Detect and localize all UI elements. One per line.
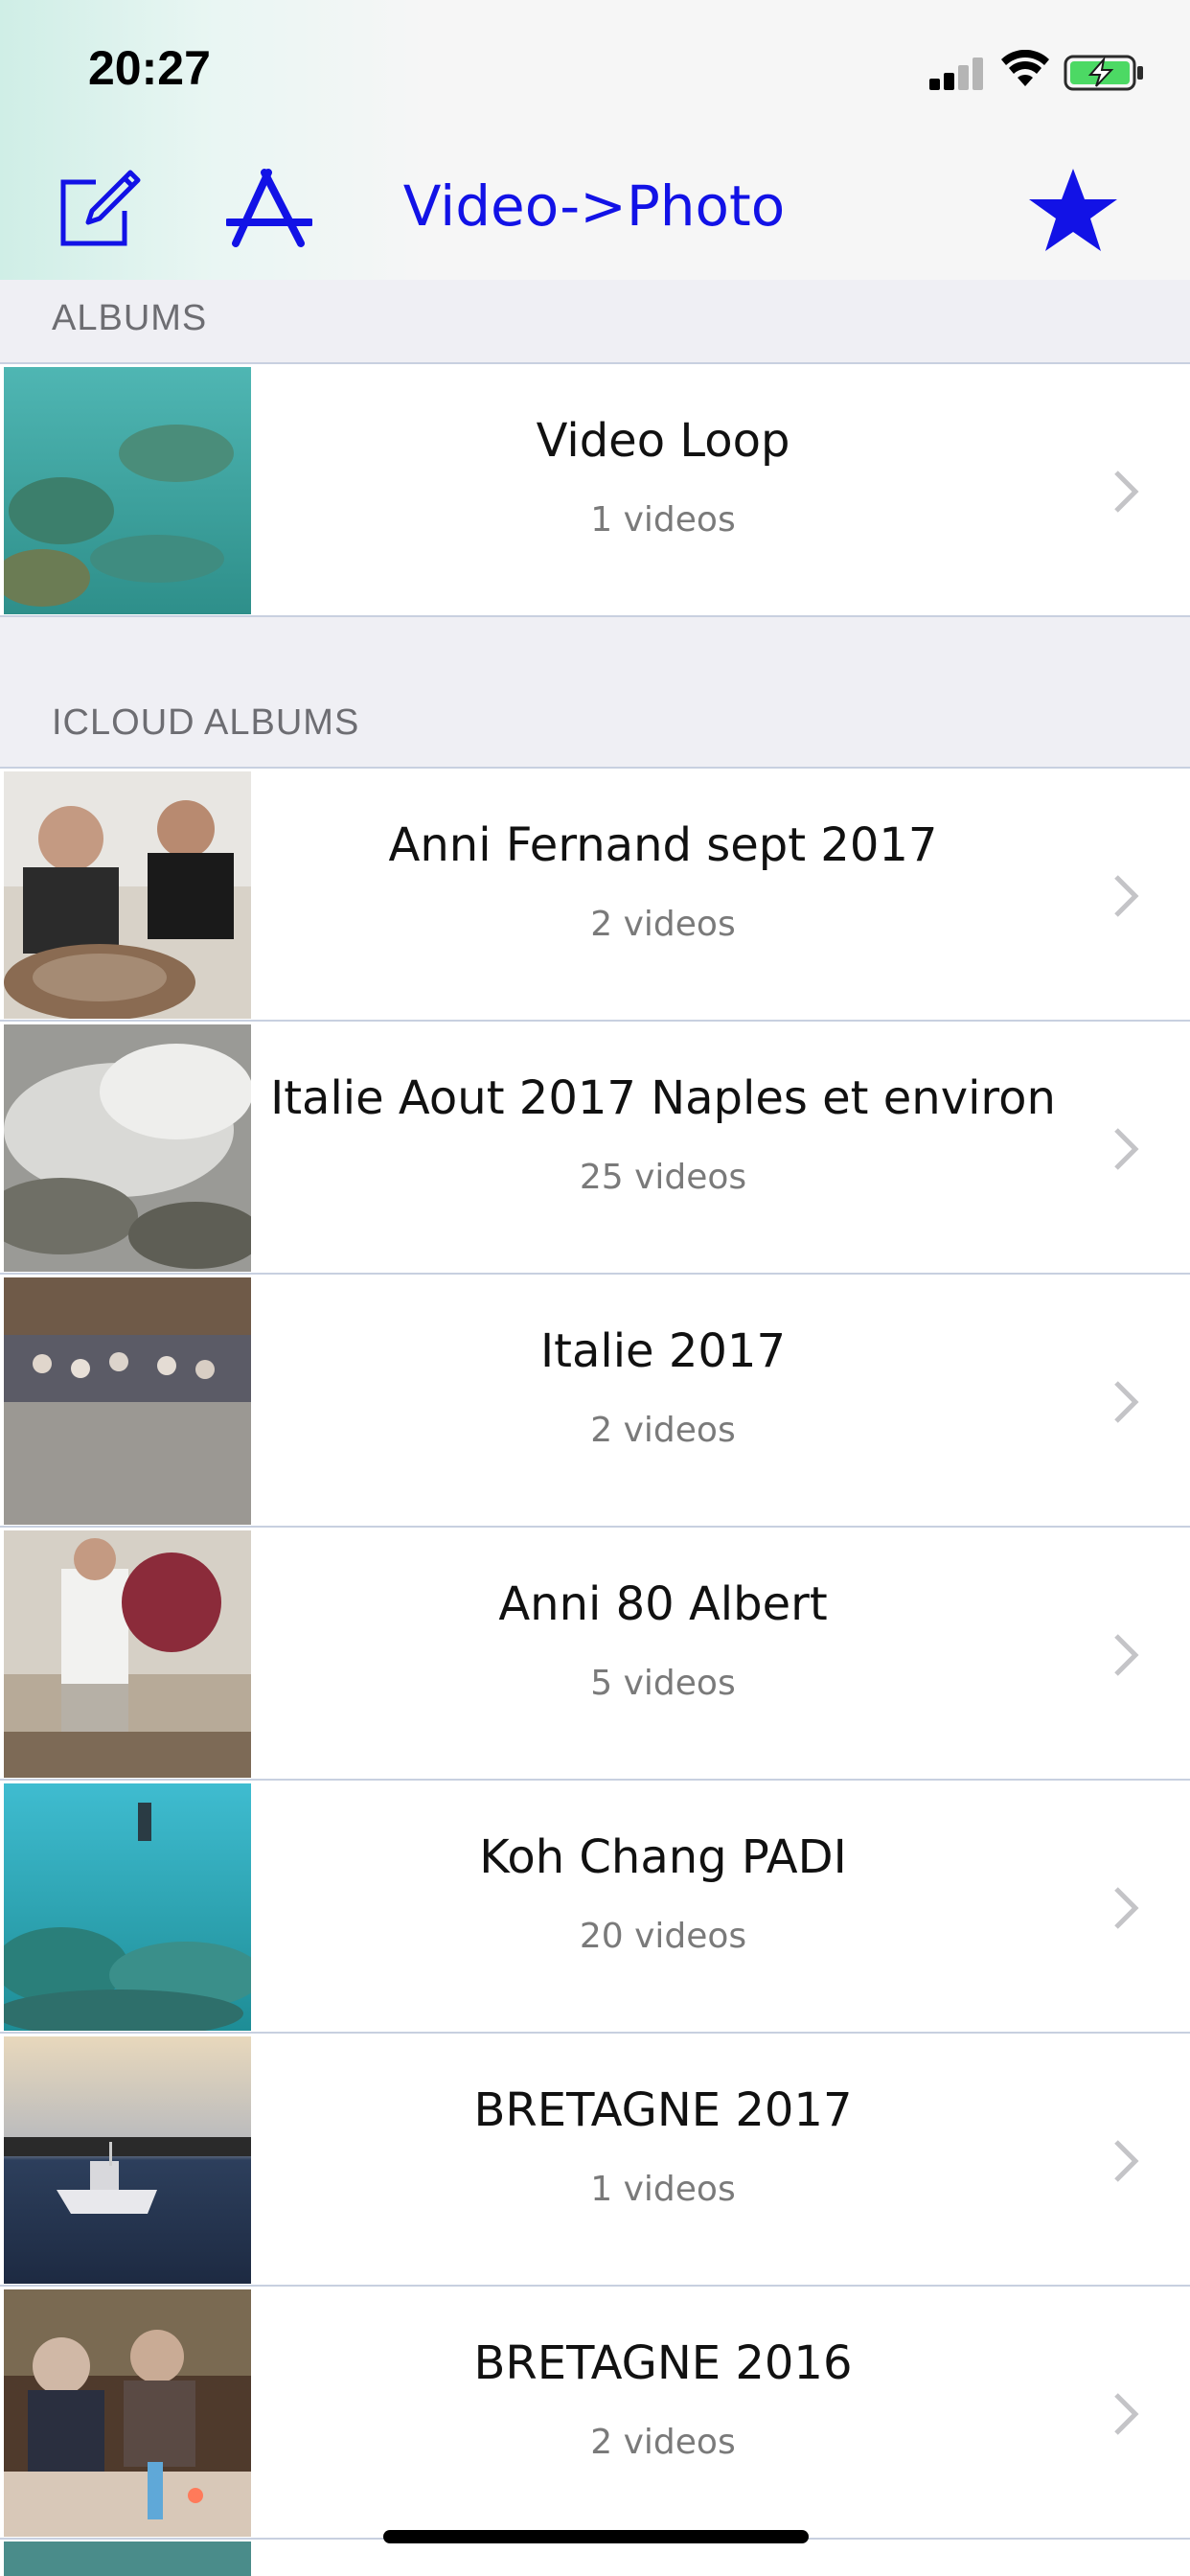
section-header-label: ICLOUD ALBUMS	[52, 702, 360, 743]
page-title: Video->Photo	[402, 173, 786, 239]
navigation-bar: 20:27 Video->Photo	[0, 0, 1190, 282]
section-header-icloud-albums: ICLOUD ALBUMS	[0, 617, 1190, 769]
cellular-signal-icon	[929, 56, 987, 90]
compose-icon[interactable]	[57, 169, 142, 249]
album-title: Anni 80 Albert	[498, 1577, 828, 1631]
album-count: 1 videos	[590, 500, 736, 540]
album-row[interactable]: Anni Fernand sept 2017 2 videos	[0, 769, 1190, 1022]
album-row[interactable]: Koh Chang PADI 20 videos	[0, 1781, 1190, 2034]
album-count: 1 videos	[590, 2170, 736, 2209]
album-row-video-loop[interactable]: Video Loop 1 videos	[0, 364, 1190, 617]
section-header-albums: ALBUMS	[0, 280, 1190, 364]
album-thumbnail	[4, 771, 251, 1019]
album-thumbnail-partial	[4, 2542, 251, 2576]
album-thumbnail	[4, 1024, 251, 1272]
album-count: 2 videos	[590, 1411, 736, 1450]
chevron-right-icon	[1114, 2140, 1139, 2182]
album-row[interactable]: Italie Aout 2017 Naples et environ 25 vi…	[0, 1022, 1190, 1275]
album-row[interactable]: Italie 2017 2 videos	[0, 1275, 1190, 1528]
chevron-right-icon	[1114, 1128, 1139, 1170]
app-store-icon[interactable]	[226, 167, 312, 253]
chevron-right-icon	[1114, 875, 1139, 917]
status-time: 20:27	[88, 41, 211, 95]
album-count: 5 videos	[590, 1664, 736, 1703]
album-title: Video Loop	[536, 414, 790, 468]
chevron-right-icon	[1114, 1634, 1139, 1676]
album-title: Italie Aout 2017 Naples et environ	[270, 1071, 1056, 1125]
album-thumbnail	[4, 1277, 251, 1525]
chevron-right-icon	[1114, 471, 1139, 513]
album-thumbnail	[4, 367, 251, 614]
album-row[interactable]: Anni 80 Albert 5 videos	[0, 1528, 1190, 1781]
album-title: Italie 2017	[539, 1324, 786, 1378]
home-indicator[interactable]	[383, 2530, 809, 2543]
chevron-right-icon	[1114, 1381, 1139, 1423]
album-thumbnail	[4, 2036, 251, 2284]
wifi-icon	[1001, 50, 1049, 86]
star-icon[interactable]	[1027, 165, 1119, 257]
album-row[interactable]: BRETAGNE 2016 2 videos	[0, 2287, 1190, 2540]
album-title: BRETAGNE 2016	[473, 2336, 853, 2390]
album-title: Koh Chang PADI	[479, 1830, 847, 1884]
album-count: 25 videos	[579, 1158, 747, 1197]
album-thumbnail	[4, 1530, 251, 1778]
album-row[interactable]: BRETAGNE 2017 1 videos	[0, 2034, 1190, 2287]
chevron-right-icon	[1114, 2393, 1139, 2435]
section-header-label: ALBUMS	[52, 298, 208, 338]
album-title: BRETAGNE 2017	[473, 2083, 853, 2137]
album-count: 2 videos	[590, 2423, 736, 2462]
chevron-right-icon	[1114, 1887, 1139, 1929]
album-count: 20 videos	[579, 1917, 747, 1956]
album-thumbnail	[4, 2289, 251, 2537]
album-thumbnail	[4, 1783, 251, 2031]
album-count: 2 videos	[590, 905, 736, 944]
album-title: Anni Fernand sept 2017	[388, 818, 938, 872]
battery-charging-icon	[1064, 55, 1143, 91]
screen: 20:27 Video->Photo ALBUMS Video Loop 1 v…	[0, 0, 1190, 2576]
